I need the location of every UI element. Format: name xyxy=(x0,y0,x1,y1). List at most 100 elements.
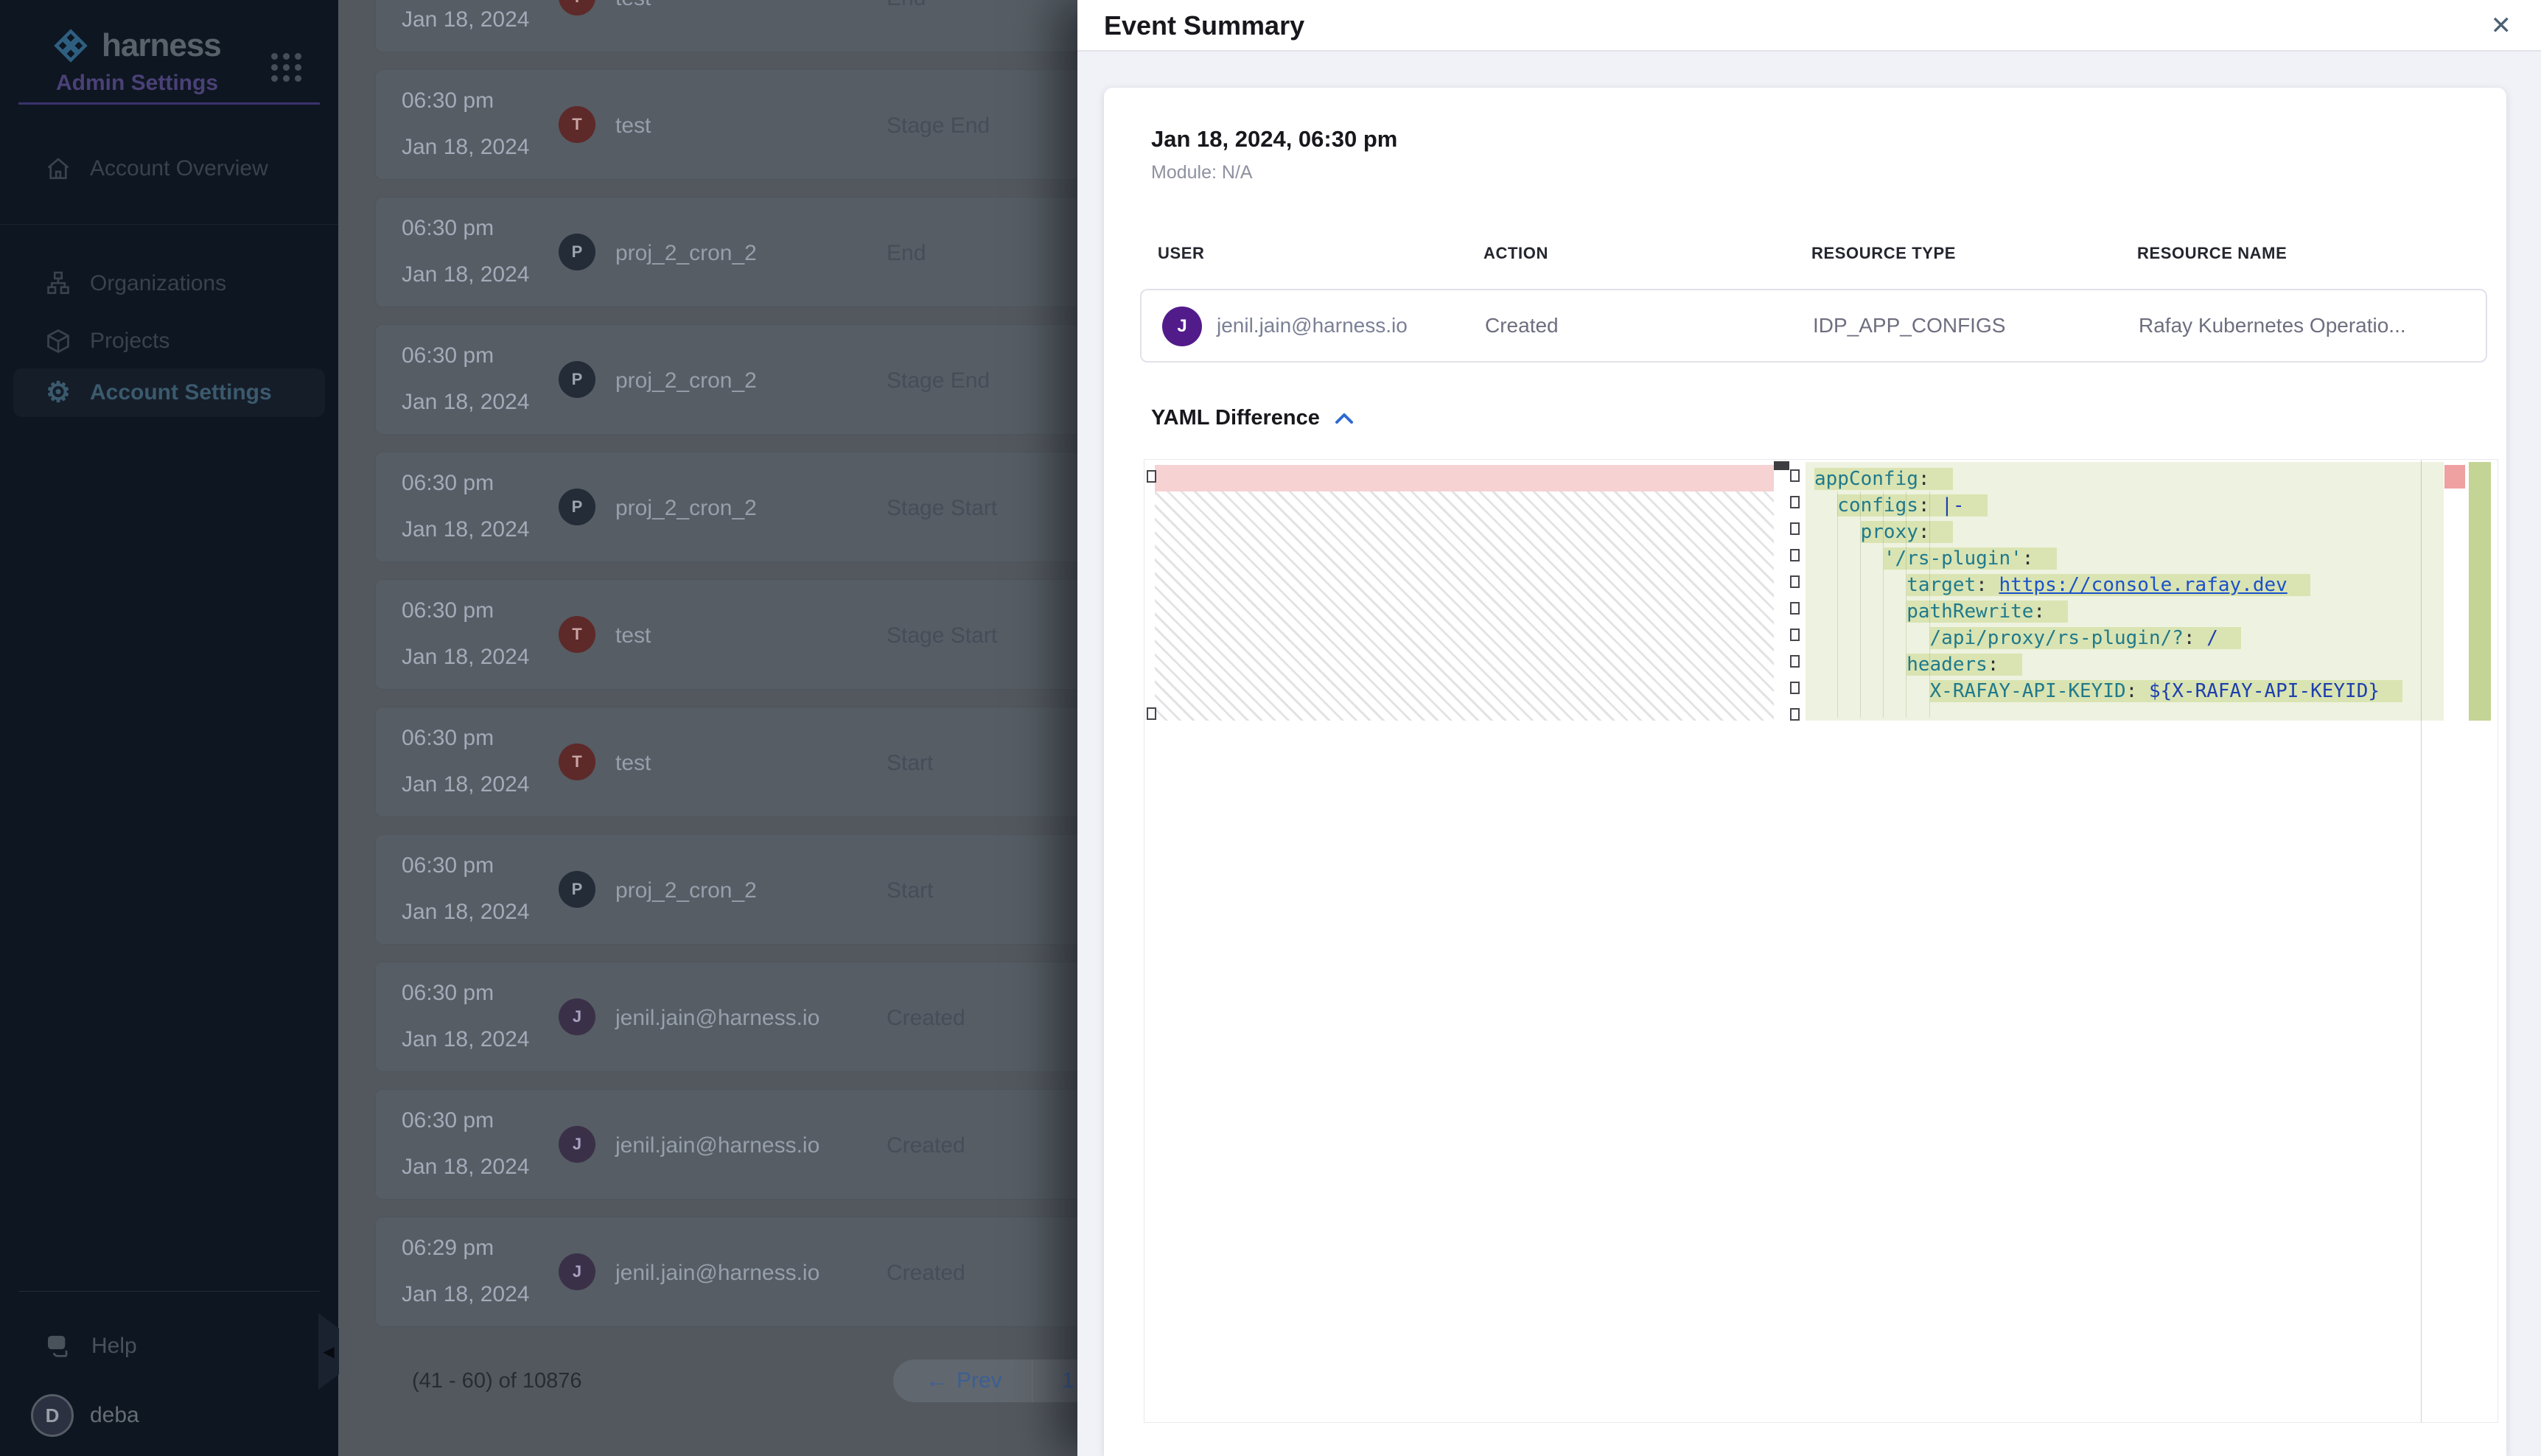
code-token: |- xyxy=(1930,494,1965,517)
row-date: Jan 18, 2024 xyxy=(402,645,529,670)
code-token: : xyxy=(1918,468,1930,490)
diff-line-marker[interactable] xyxy=(1790,655,1800,668)
diff-line-marker[interactable] xyxy=(1790,629,1800,641)
row-action: Stage End xyxy=(887,368,990,393)
left-pane-scrollbar-thumb[interactable] xyxy=(1774,461,1789,470)
code-token: pathRewrite xyxy=(1906,601,2033,623)
sidebar-divider-purple xyxy=(18,102,320,105)
row-action: Stage End xyxy=(887,113,990,139)
diff-line-marker[interactable] xyxy=(1147,470,1156,483)
diff-line-marker[interactable] xyxy=(1790,469,1800,482)
row-time: 06:30 pm xyxy=(402,343,494,368)
row-date: Jan 18, 2024 xyxy=(402,517,529,542)
diff-line-marker[interactable] xyxy=(1790,682,1800,694)
diff-line-marker[interactable] xyxy=(1790,522,1800,535)
code-token: '/rs-plugin' xyxy=(1884,547,2022,570)
code-token: : xyxy=(1918,521,1930,543)
diff-line-marker[interactable] xyxy=(1790,708,1800,721)
code-token: : xyxy=(1918,494,1930,517)
col-header-action: ACTION xyxy=(1483,244,1548,263)
col-header-user: USER xyxy=(1158,244,1205,263)
org-chart-icon xyxy=(44,270,72,298)
editor-right-border xyxy=(2421,460,2422,1422)
logo-text: harness xyxy=(102,27,221,64)
sidebar-item-account-overview[interactable]: Account Overview xyxy=(13,144,325,193)
audit-row[interactable]: 06:30 pmJan 18, 2024Pproj_2_cron_2Stage … xyxy=(375,324,1120,435)
row-avatar: J xyxy=(559,1126,595,1163)
row-action: Created xyxy=(887,1261,965,1286)
audit-row[interactable]: 06:29 pmJan 18, 2024Jjenil.jain@harness.… xyxy=(375,1217,1120,1327)
row-action: Created xyxy=(887,1133,965,1158)
row-resource-name: proj_2_cron_2 xyxy=(615,878,757,903)
event-datetime: Jan 18, 2024, 06:30 pm xyxy=(1151,126,1397,153)
audit-row[interactable]: 06:30 pmJan 18, 2024Pproj_2_cron_2End xyxy=(375,197,1120,307)
collapse-arrow-icon: ◀ xyxy=(323,1343,334,1361)
audit-row[interactable]: 06:30 pmJan 18, 2024TtestStage Start xyxy=(375,579,1120,690)
harness-logo[interactable]: harness xyxy=(52,27,221,65)
row-action: Created xyxy=(887,1006,965,1031)
sidebar-item-account-settings[interactable]: ⚙ Account Settings xyxy=(13,368,325,417)
help-button[interactable]: ? Help xyxy=(13,1323,325,1369)
event-module: Module: N/A xyxy=(1151,162,1253,183)
row-resource-name: test xyxy=(615,113,651,139)
code-token xyxy=(1988,574,1999,596)
sidebar-collapse-handle[interactable]: ◀ xyxy=(318,1313,339,1390)
modal-header: Event Summary ✕ xyxy=(1077,0,2541,52)
code-token: proxy xyxy=(1861,521,1918,543)
code-token: : xyxy=(2022,547,2034,570)
cell-resource-name: Rafay Kubernetes Operatio... xyxy=(2139,290,2406,361)
diff-removed-block xyxy=(1155,465,1774,491)
code-line: X-RAFAY-API-KEYID: ${X-RAFAY-API-KEYID} xyxy=(1806,678,2444,704)
harness-logo-icon xyxy=(52,27,90,65)
row-action: Stage Start xyxy=(887,496,997,521)
code-link[interactable]: https://console.rafay.dev xyxy=(1999,574,2287,596)
code-token: X-RAFAY-API-KEYID xyxy=(1930,680,2126,702)
code-token: appConfig xyxy=(1814,468,1918,490)
code-line: /api/proxy/rs-plugin/?: / xyxy=(1806,625,2444,651)
diff-line-marker[interactable] xyxy=(1790,602,1800,615)
row-time: 06:30 pm xyxy=(402,216,494,241)
diff-added-pane: appConfig: configs: |- proxy: '/rs-plugi… xyxy=(1806,462,2444,721)
audit-row[interactable]: 06:30 pmJan 18, 2024Pproj_2_cron_2Stage … xyxy=(375,452,1120,562)
audit-row[interactable]: 06:30 pmJan 18, 2024Jjenil.jain@harness.… xyxy=(375,1089,1120,1200)
cell-action: Created xyxy=(1485,290,1559,361)
close-icon[interactable]: ✕ xyxy=(2491,0,2512,52)
row-avatar: T xyxy=(559,0,595,15)
yaml-difference-label: YAML Difference xyxy=(1151,406,1320,430)
diff-line-marker[interactable] xyxy=(1147,707,1156,720)
sidebar-item-projects[interactable]: Projects xyxy=(13,317,325,365)
cube-icon xyxy=(44,327,72,355)
audit-row[interactable]: 06:30 pmJan 18, 2024TtestStart xyxy=(375,707,1120,817)
sidebar-item-label: Account Overview xyxy=(90,156,268,181)
code-token: / xyxy=(2195,627,2218,649)
diff-line-marker[interactable] xyxy=(1790,496,1800,508)
row-avatar: P xyxy=(559,871,595,908)
audit-row[interactable]: 06:30 pmJan 18, 2024TtestEnd xyxy=(375,0,1120,52)
yaml-diff-view: appConfig: configs: |- proxy: '/rs-plugi… xyxy=(1144,459,2498,1423)
svg-text:?: ? xyxy=(53,1337,60,1350)
audit-row[interactable]: 06:30 pmJan 18, 2024Pproj_2_cron_2Start xyxy=(375,834,1120,945)
scrollmap-removed-marker[interactable] xyxy=(2444,465,2465,489)
audit-row[interactable]: 06:30 pmJan 18, 2024TtestStage End xyxy=(375,69,1120,180)
row-action: End xyxy=(887,0,926,11)
audit-row[interactable]: 06:30 pmJan 18, 2024Jjenil.jain@harness.… xyxy=(375,962,1120,1072)
row-avatar: T xyxy=(559,106,595,143)
module-grid-icon[interactable] xyxy=(271,53,302,82)
sidebar-divider xyxy=(0,224,338,225)
modal-title: Event Summary xyxy=(1104,0,1304,52)
sidebar-subtitle: Admin Settings xyxy=(56,71,218,96)
yaml-difference-toggle[interactable]: YAML Difference xyxy=(1151,406,1354,430)
user-menu[interactable]: D deba xyxy=(13,1390,325,1441)
diff-line-marker[interactable] xyxy=(1790,575,1800,588)
row-date: Jan 18, 2024 xyxy=(402,262,529,287)
row-resource-name: proj_2_cron_2 xyxy=(615,241,757,266)
diff-line-marker[interactable] xyxy=(1790,549,1800,561)
code-line: pathRewrite: xyxy=(1806,598,2444,625)
row-resource-name: proj_2_cron_2 xyxy=(615,496,757,521)
scrollmap-added-marker[interactable] xyxy=(2469,462,2491,721)
code-line: configs: |- xyxy=(1806,492,2444,519)
row-time: 06:30 pm xyxy=(402,853,494,878)
sidebar-item-organizations[interactable]: Organizations xyxy=(13,259,325,308)
event-table-row[interactable]: J jenil.jain@harness.io Created IDP_APP_… xyxy=(1140,289,2487,363)
code-token: : xyxy=(1976,574,1988,596)
